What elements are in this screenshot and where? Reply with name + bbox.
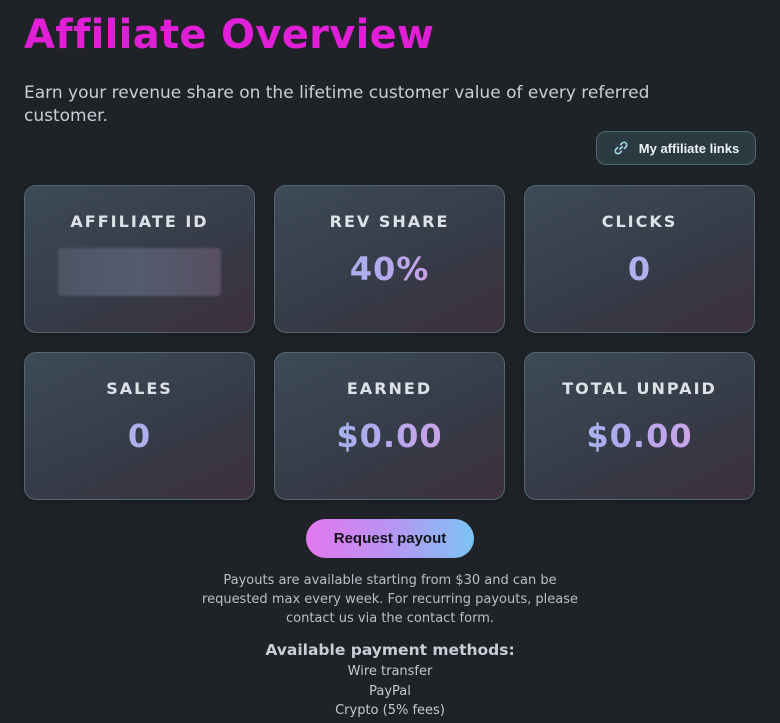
affiliate-id-redacted-value bbox=[58, 248, 221, 296]
page-title: Affiliate Overview bbox=[24, 12, 435, 58]
my-affiliate-links-label: My affiliate links bbox=[638, 140, 740, 156]
earned-card: EARNED $0.00 bbox=[274, 352, 505, 500]
payment-methods-list: Wire transfer PayPal Crypto (5% fees) bbox=[190, 662, 590, 721]
link-icon bbox=[613, 140, 629, 156]
sales-label: SALES bbox=[106, 379, 173, 398]
payment-method-item: PayPal bbox=[369, 683, 411, 699]
payment-method-item: Crypto (5% fees) bbox=[335, 703, 445, 718]
request-payout-button[interactable]: Request payout bbox=[306, 519, 474, 558]
earned-label: EARNED bbox=[346, 379, 433, 398]
rev-share-card: REV SHARE 40% bbox=[274, 185, 505, 333]
my-affiliate-links-button[interactable]: My affiliate links bbox=[596, 131, 756, 165]
page-subtitle: Earn your revenue share on the lifetime … bbox=[24, 83, 650, 126]
affiliate-id-card: AFFILIATE ID bbox=[24, 185, 255, 333]
clicks-label: CLICKS bbox=[601, 212, 678, 231]
clicks-value: 0 bbox=[525, 250, 754, 288]
rev-share-value: 40% bbox=[275, 250, 504, 288]
sales-card: SALES 0 bbox=[24, 352, 255, 500]
payment-methods-heading: Available payment methods: bbox=[265, 641, 515, 659]
rev-share-label: REV SHARE bbox=[329, 212, 450, 231]
sales-value: 0 bbox=[25, 417, 254, 455]
payout-note: Payouts are available starting from $30 … bbox=[202, 573, 578, 626]
total-unpaid-card: TOTAL UNPAID $0.00 bbox=[524, 352, 755, 500]
clicks-card: CLICKS 0 bbox=[524, 185, 755, 333]
earned-value: $0.00 bbox=[275, 417, 504, 455]
total-unpaid-label: TOTAL UNPAID bbox=[562, 379, 717, 398]
affiliate-id-label: AFFILIATE ID bbox=[70, 212, 209, 231]
total-unpaid-value: $0.00 bbox=[525, 417, 754, 455]
payment-method-item: Wire transfer bbox=[347, 664, 433, 679]
